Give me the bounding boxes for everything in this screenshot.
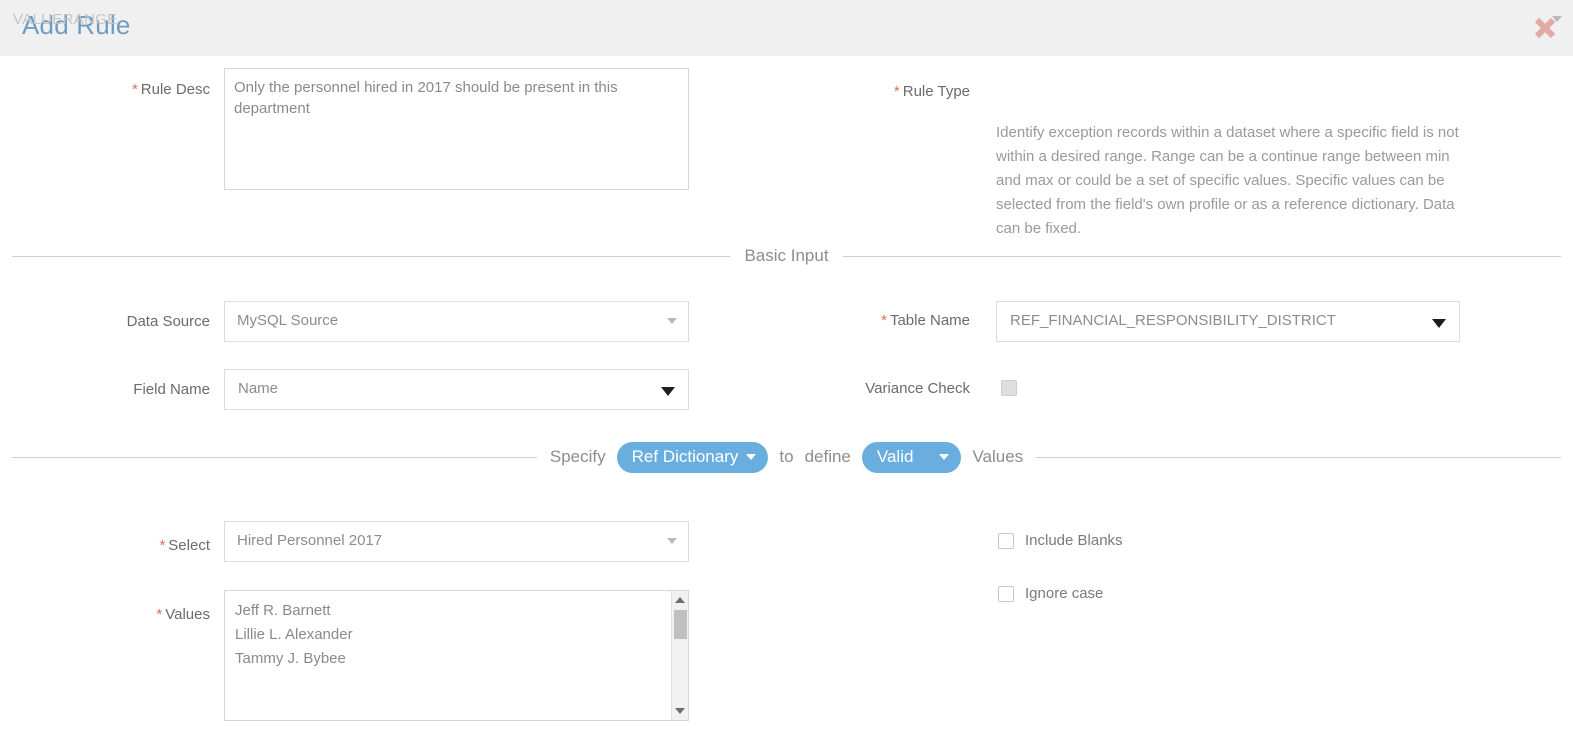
rule-desc-input[interactable] [224,68,689,190]
variance-check-label-text: Variance Check [865,380,970,397]
rule-type-description: Identify exception records within a data… [996,124,1459,237]
specify-word: Specify [549,447,606,466]
values-list-text: Jeff R. Barnett Lillie L. Alexander Tamm… [235,602,353,667]
section-title-basic-input: Basic Input [744,246,829,265]
table-name-select[interactable]: REF_FINANCIAL_RESPONSIBILITY_DISTRICT [996,301,1460,342]
to-word: to [779,447,794,466]
rule-type-label: * Rule Type [810,82,970,102]
values-list-box[interactable]: Jeff R. Barnett Lillie L. Alexander Tamm… [224,590,689,721]
data-source-select[interactable]: MySQL Source [224,301,689,342]
data-source-value: MySQL Source [237,312,339,329]
field-name-value: Name [238,380,279,397]
arrow-down-icon[interactable] [675,708,685,714]
table-name-label-text: Table Name [889,312,970,329]
divider-line-left [12,456,537,458]
source-type-pill[interactable]: Ref Dictionary [616,441,769,473]
required-marker: * [893,83,900,100]
validity-pill-label: Valid [876,447,914,466]
select-dict-label: * Select [60,536,210,556]
field-name-select[interactable]: Name [224,369,689,410]
values-word: Values [972,447,1024,466]
divider-line-left [12,255,731,257]
divider-line-right [842,255,1562,257]
chevron-down-icon [667,538,677,544]
required-marker: * [881,312,887,329]
section-divider-basic-input: Basic Input [12,246,1562,266]
chevron-down-icon [746,454,757,460]
required-marker: * [159,537,166,554]
table-name-label: * Table Name [800,311,970,331]
chevron-down-icon [939,454,950,460]
close-icon [1534,17,1556,39]
rule-desc-label: * Rule Desc [60,80,210,100]
include-blanks-checkbox[interactable] [998,532,1014,549]
ignore-case-label: Ignore case [1025,585,1104,602]
close-button[interactable] [1526,9,1564,47]
rule-desc-label-text: Rule Desc [140,81,210,98]
variance-check-label: Variance Check [790,379,970,399]
chevron-down-icon [1552,16,1562,22]
rule-type-label-text: Rule Type [902,83,970,100]
dictionary-select[interactable]: Hired Personnel 2017 [224,521,689,562]
select-dict-label-text: Select [168,537,210,554]
values-scrollbar[interactable] [671,591,688,720]
required-marker: * [131,81,138,98]
required-marker: * [156,606,163,623]
table-name-value: REF_FINANCIAL_RESPONSIBILITY_DISTRICT [1010,312,1336,329]
ignore-case-row[interactable]: Ignore case [998,585,1103,602]
values-label: * Values [60,605,210,625]
dictionary-select-value: Hired Personnel 2017 [237,532,383,549]
include-blanks-row[interactable]: Include Blanks [998,532,1123,549]
chevron-down-icon [667,318,677,324]
define-word: define [804,447,851,466]
chevron-down-icon [661,387,675,396]
data-source-label: Data Source [50,312,210,332]
chevron-down-icon [1432,319,1446,328]
validity-pill[interactable]: Valid [861,441,962,473]
variance-check-row [1001,380,1017,396]
specify-divider-row: Specify Ref Dictionary to define Valid V… [12,441,1562,473]
source-type-pill-label: Ref Dictionary [631,447,739,466]
field-name-label-text: Field Name [133,381,210,398]
scrollbar-thumb[interactable] [674,610,687,639]
divider-line-right [1036,456,1562,458]
include-blanks-label: Include Blanks [1025,532,1123,549]
arrow-up-icon[interactable] [675,597,685,603]
rule-type-value: VALUERANGE [13,11,118,28]
variance-check-checkbox [1001,380,1017,396]
field-name-label: Field Name [50,380,210,400]
data-source-label-text: Data Source [126,313,210,330]
values-label-text: Values [165,606,210,623]
ignore-case-checkbox[interactable] [998,585,1014,602]
modal-header: Add Rule [0,0,1573,56]
